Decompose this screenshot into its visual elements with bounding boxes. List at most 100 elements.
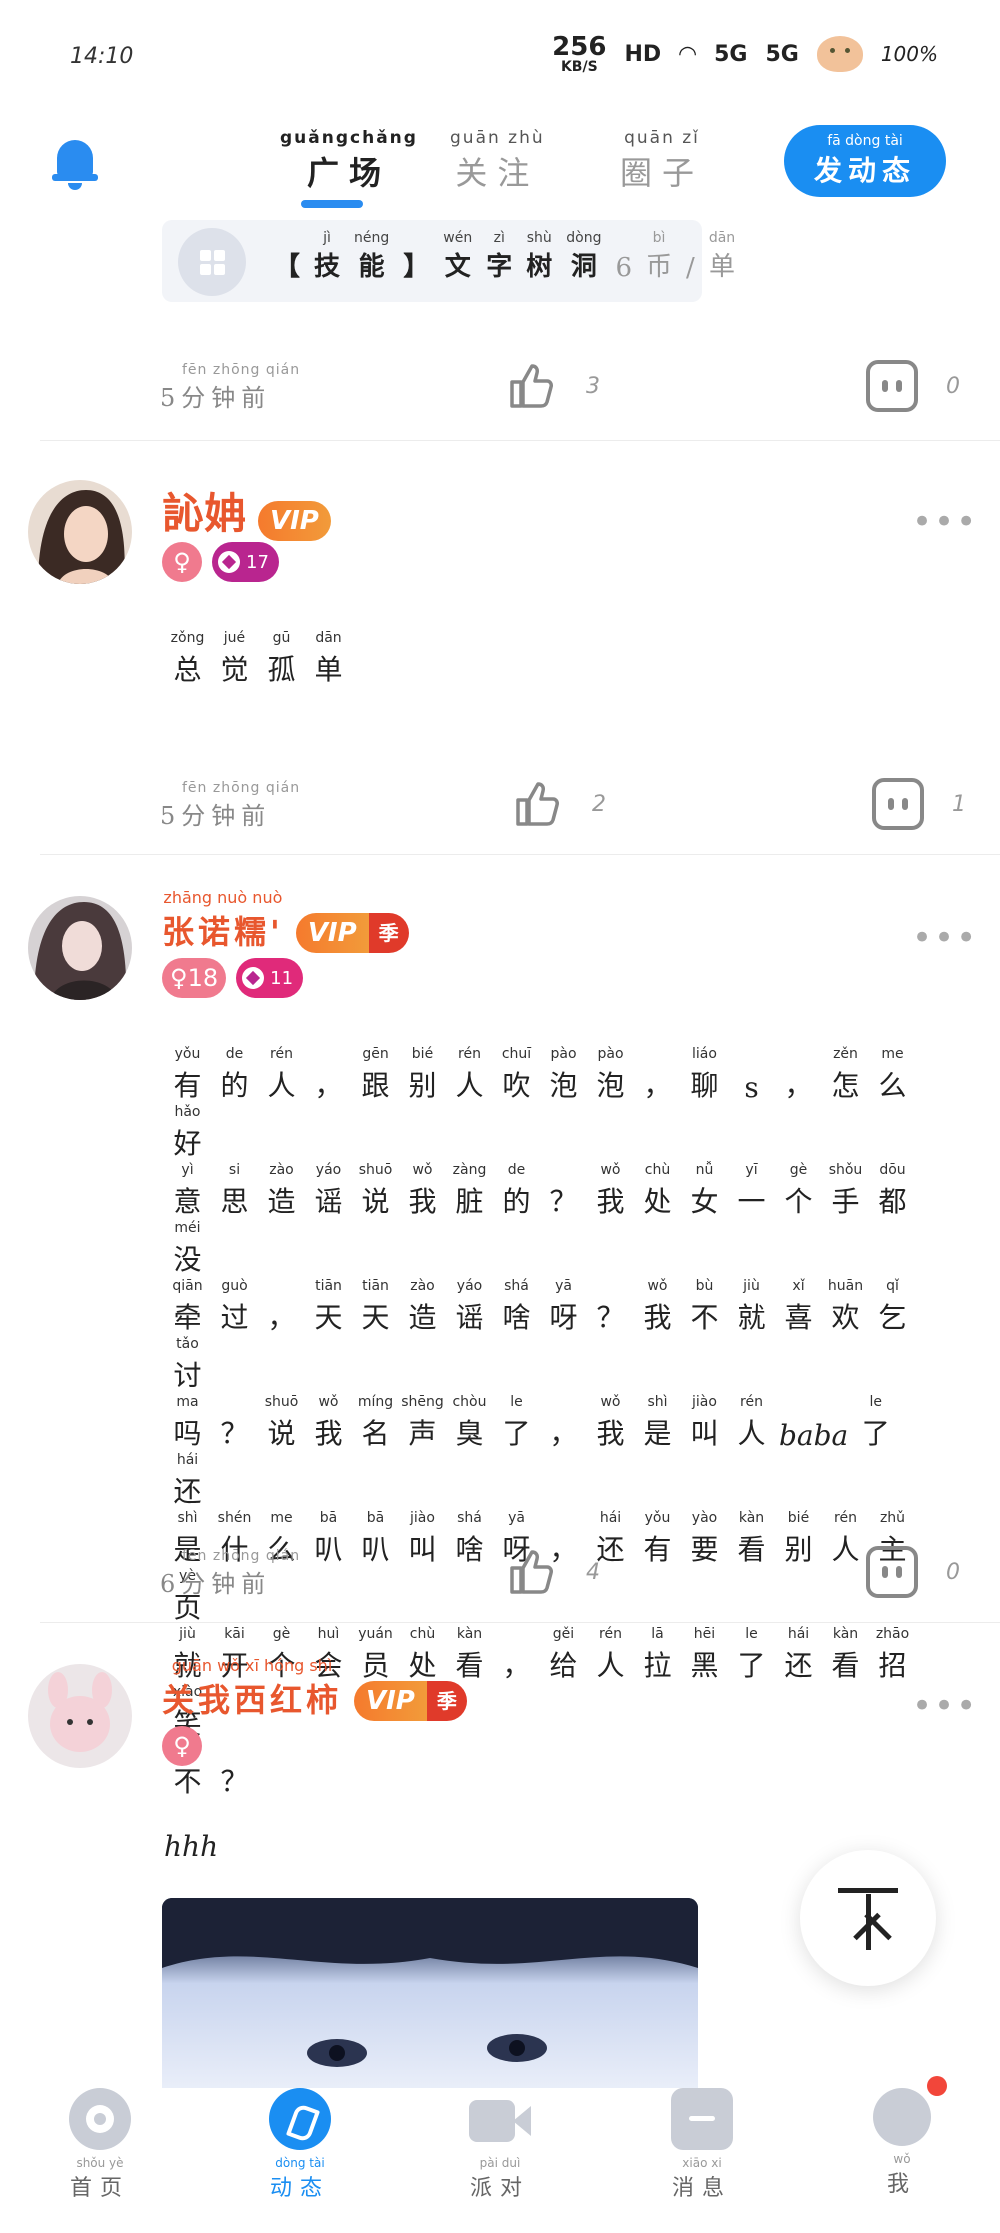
time-pinyin: fēn zhōng qián xyxy=(182,1548,301,1564)
vip-season-badge: VIP 季 xyxy=(354,1681,467,1721)
divider xyxy=(40,854,1000,855)
nav-moments[interactable]: dòng tài 动态 xyxy=(240,2088,360,2202)
ruby-char: hái 还 xyxy=(164,1452,211,1510)
skill-card-text: 【 jì 技 néng 能 】 wén 文 zì 字 shù 树 dòng 洞 6 bì 币 … xyxy=(274,230,735,283)
ruby-py: tiān xyxy=(362,1278,389,1294)
thumbs-up-icon[interactable] xyxy=(512,778,562,828)
avatar[interactable] xyxy=(28,480,132,584)
ruby-py: shá xyxy=(457,1510,482,1526)
bell-icon[interactable] xyxy=(52,134,98,190)
ruby-py: yào xyxy=(691,1510,718,1526)
ruby-py: chòu xyxy=(452,1394,487,1410)
ruby-py: yáo xyxy=(315,1162,342,1178)
user-name-pinyin: zhāng nuò nuò xyxy=(163,888,283,907)
ruby-char: s xyxy=(728,1053,775,1104)
ruby-hz: 能 xyxy=(358,252,385,282)
nav-home-label: 首页 xyxy=(69,2176,130,2201)
ruby-char: me 么 xyxy=(869,1046,916,1104)
more-icon[interactable]: ••• xyxy=(912,1686,978,1726)
post-time: fēn zhōng qián 5分钟前 xyxy=(160,362,300,413)
ruby-hz: 我 xyxy=(408,1185,437,1218)
nav-home[interactable]: shǒu yè 首页 xyxy=(40,2088,160,2202)
ruby-hz: 说 xyxy=(361,1185,390,1218)
post-time: fēn zhōng qián 6分钟前 xyxy=(160,1548,300,1599)
like-count: 4 xyxy=(586,1560,600,1585)
thumbs-up-icon[interactable] xyxy=(506,360,556,410)
tab-follow[interactable]: guān zhù 关注 xyxy=(450,128,545,194)
back-to-top-button[interactable] xyxy=(800,1850,936,1986)
ruby-hz: 谣 xyxy=(314,1185,343,1218)
ruby-hz: 好 xyxy=(173,1127,202,1160)
comment-icon[interactable] xyxy=(866,1546,918,1598)
ruby-py: yáo xyxy=(456,1278,483,1294)
ruby-py: kàn xyxy=(456,1626,483,1642)
nav-party-label: 派对 xyxy=(469,2176,530,2201)
tab-circle[interactable]: quān zǐ 圈子 xyxy=(620,128,704,194)
post-button[interactable]: fā dòng tài 发动态 xyxy=(784,125,946,197)
ruby-char: rén 人 xyxy=(728,1394,775,1452)
grid-icon xyxy=(178,228,246,296)
ruby-char: nǚ 女 xyxy=(681,1162,728,1220)
skill-card[interactable]: 【 jì 技 néng 能 】 wén 文 zì 字 shù 树 dòng 洞 6 bì 币 … xyxy=(162,220,735,302)
ruby-hz: 洞 xyxy=(570,252,597,282)
vip-label: VIP xyxy=(295,913,369,953)
tab-square[interactable]: guǎngchǎng 广场 xyxy=(280,128,418,194)
ruby-hz: ， xyxy=(784,1069,813,1102)
ruby-char: qiān 牵 xyxy=(164,1278,211,1336)
ruby-hz: 不 xyxy=(690,1301,719,1334)
divider xyxy=(40,440,1000,441)
comment-icon[interactable] xyxy=(872,778,924,830)
ruby-char: shuō 说 xyxy=(352,1162,399,1220)
vip-label: VIP xyxy=(258,501,331,541)
ruby-py: bā xyxy=(319,1510,338,1526)
comment-icon[interactable] xyxy=(866,360,918,412)
nav-party[interactable]: pài duì 派对 xyxy=(440,2088,560,2202)
ruby-char: kàn 看 xyxy=(822,1626,869,1684)
post-text: zǒng 总 jué 觉 gū 孤 dān 单 xyxy=(164,630,924,688)
user-name-row: zhāng nuò nuò 张诺糯' VIP 季 xyxy=(162,888,409,953)
ruby-hz: 造 xyxy=(408,1301,437,1334)
ruby-hz: 我 xyxy=(643,1301,672,1334)
thumbs-up-icon[interactable] xyxy=(506,1546,556,1596)
ruby-hz: s xyxy=(744,1071,759,1104)
ruby-py: xǐ xyxy=(792,1278,805,1294)
post-image[interactable] xyxy=(162,1898,698,2088)
ruby-hz: 天 xyxy=(314,1301,343,1334)
profile-icon xyxy=(873,2076,947,2146)
time-number: 5 xyxy=(160,802,182,830)
user-name[interactable]: guān wǒ xī hóng shì 关我西红柿 xyxy=(162,1656,342,1721)
more-icon[interactable]: ••• xyxy=(912,918,978,958)
ruby-hz: 个 xyxy=(784,1185,813,1218)
ruby-char: ， xyxy=(305,1046,352,1104)
tab-follow-pinyin: guān zhù xyxy=(450,128,545,148)
nav-messages[interactable]: xiāo xi 消息 xyxy=(642,2088,762,2202)
ruby-py: rén xyxy=(599,1626,622,1642)
avatar[interactable] xyxy=(28,1664,132,1768)
ruby-py: yì xyxy=(181,1162,194,1178)
ruby-py: hǎo xyxy=(174,1104,201,1120)
nav-me[interactable]: wǒ 我 xyxy=(842,2076,962,2198)
level-value: 11 xyxy=(270,967,294,989)
tab-circle-label: 圈子 xyxy=(620,154,705,192)
ruby-hz: ， xyxy=(502,1649,531,1682)
ruby-hz: ？ xyxy=(220,1417,249,1450)
user-name-text: 张诺糯 xyxy=(162,913,271,951)
ruby-char: si 思 xyxy=(211,1162,258,1220)
ruby-char: le 了 xyxy=(728,1626,775,1684)
user-name[interactable]: 訫姌 xyxy=(162,480,246,541)
avatar[interactable] xyxy=(28,896,132,1000)
ruby-hz: 名 xyxy=(361,1417,390,1450)
ruby-hz: 跟 xyxy=(361,1069,390,1102)
more-icon[interactable]: ••• xyxy=(912,502,978,542)
ruby-py: yuán xyxy=(358,1626,393,1642)
user-name-text: 关我西红柿 xyxy=(162,1681,343,1719)
ruby-char: rén 人 xyxy=(446,1046,493,1104)
ruby-char: huān 欢 xyxy=(822,1278,869,1336)
price-slash: / xyxy=(686,253,695,283)
user-name[interactable]: zhāng nuò nuò 张诺糯' xyxy=(162,888,284,953)
signal-icon-2: 5G xyxy=(765,41,799,67)
ruby-py: hēi xyxy=(693,1626,716,1642)
ruby-hz: 拉 xyxy=(643,1649,672,1682)
ruby-py: me xyxy=(270,1510,293,1526)
user-badges: ♀18 11 xyxy=(162,958,304,998)
